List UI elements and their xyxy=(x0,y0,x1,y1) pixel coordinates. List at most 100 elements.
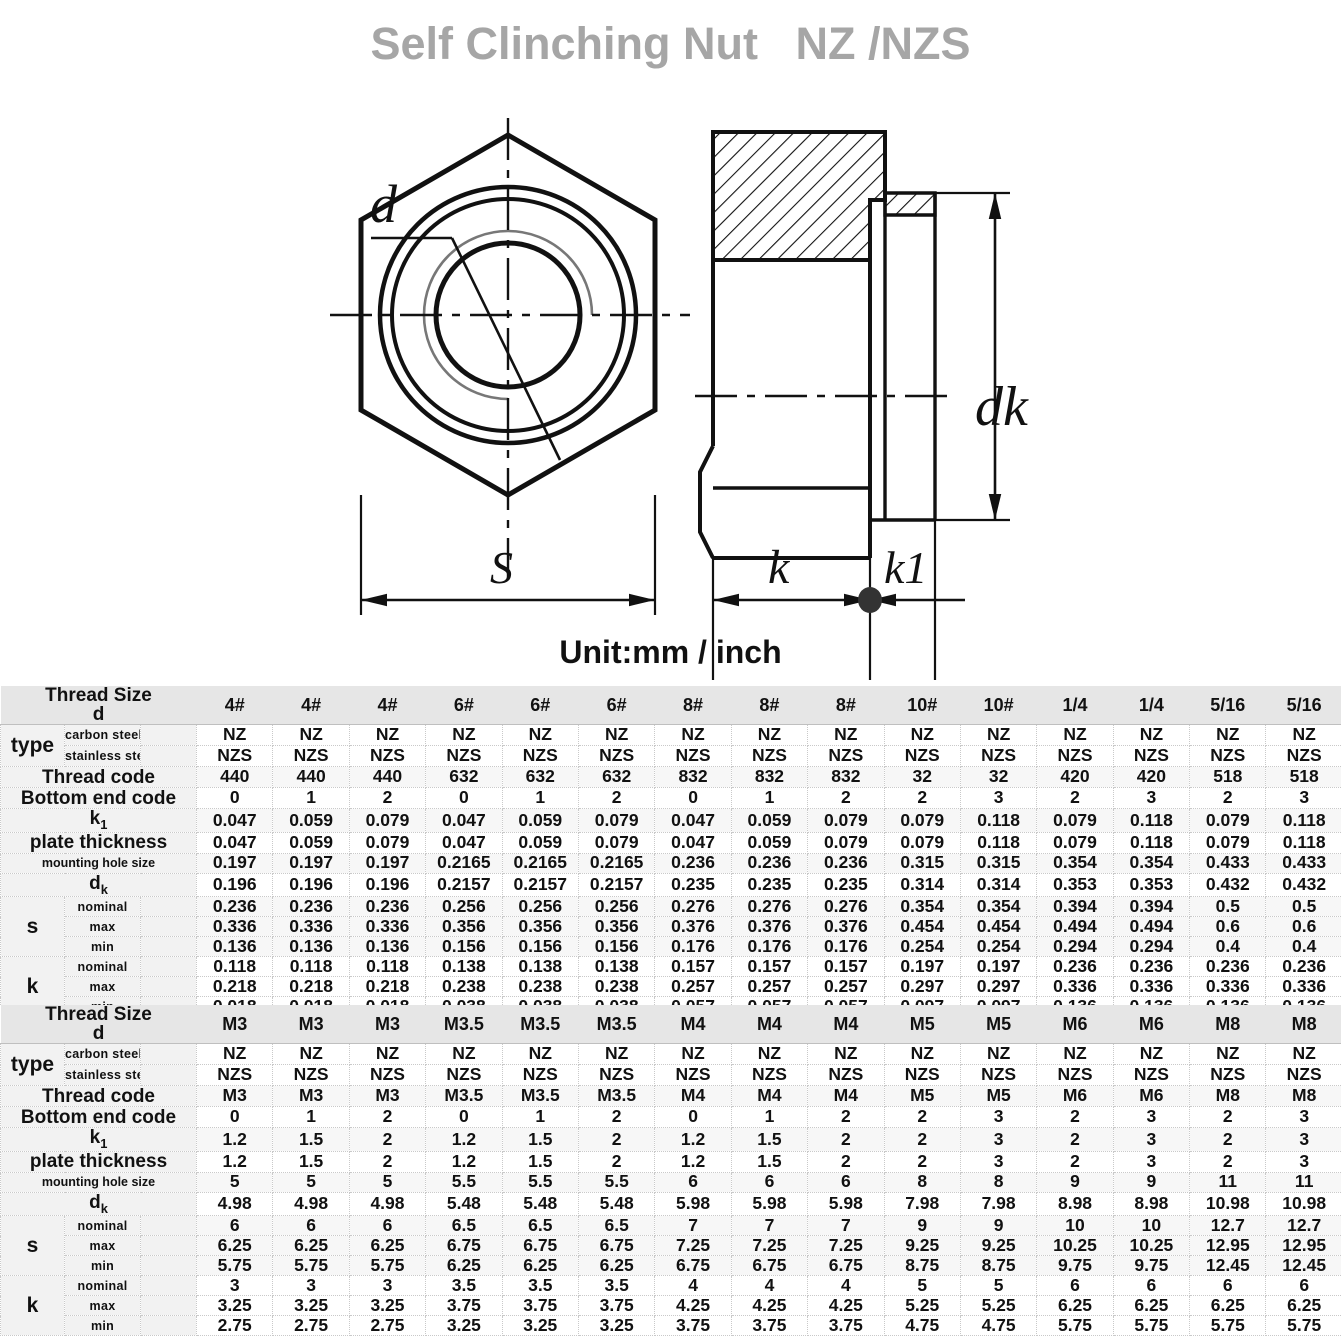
table-cell: 4.25 xyxy=(730,1295,809,1317)
thread-size-column-header: M5 xyxy=(960,1005,1037,1044)
label-spacer xyxy=(139,916,198,938)
row-label-k: k xyxy=(0,1275,65,1337)
table-cell: 3 xyxy=(959,1106,1038,1128)
row-s-min: min 0.136 0.136 0.136 0.156 0.156 0.156 0.176 0.… xyxy=(1,936,1341,958)
table-cell: NZ xyxy=(730,1043,809,1065)
thread-size-column-header: 4# xyxy=(349,686,426,725)
table-cell: 1.5 xyxy=(272,1150,350,1173)
table-cell: 0.494 xyxy=(1112,916,1191,938)
table-cell: M4 xyxy=(654,1085,732,1107)
table-cell: 0.494 xyxy=(1036,916,1114,938)
table-cell: 3 xyxy=(1265,1106,1341,1128)
table-cell: 0.236 xyxy=(196,896,274,918)
table-cell: 632 xyxy=(577,766,656,788)
table-cell: M6 xyxy=(1112,1085,1191,1107)
table-cell: 0 xyxy=(196,787,274,809)
table-cell: 0.433 xyxy=(1189,852,1267,874)
table-cell: 518 xyxy=(1265,766,1341,788)
table-cell: NZ xyxy=(577,1043,656,1065)
row-label-nominal: nominal xyxy=(64,956,141,978)
table-cell: 5.75 xyxy=(272,1255,350,1277)
table-cell: 6.5 xyxy=(425,1215,503,1237)
row-label-plate-thickness: plate thickness xyxy=(0,831,198,854)
table-cell: 5.5 xyxy=(501,1171,579,1193)
table-cell: 0.315 xyxy=(883,852,961,874)
table-cell: NZS xyxy=(196,1064,274,1086)
table-cell: 12.7 xyxy=(1265,1215,1341,1237)
table-cell: 3 xyxy=(959,1127,1038,1152)
unit-note: Unit:mm / inch xyxy=(559,634,782,670)
row-k-max: max 0.218 0.218 0.218 0.238 0.238 0.238 0.257 0.… xyxy=(1,976,1341,998)
row-label-max: max xyxy=(64,976,141,998)
row-label-bottom-end-code: Bottom end code xyxy=(0,787,198,809)
row-label-nominal: nominal xyxy=(64,896,141,918)
table-cell: 0.2165 xyxy=(577,852,656,874)
table-cell: 0.432 xyxy=(1265,872,1341,898)
table-cell: 12.45 xyxy=(1189,1255,1267,1277)
table-cell: 0.236 xyxy=(1036,956,1114,978)
table-cell: 2 xyxy=(883,1106,961,1128)
table-cell: M5 xyxy=(883,1085,961,1107)
table-cell: M6 xyxy=(1036,1085,1114,1107)
row-label-carbon-steel: carbon steel xyxy=(64,1043,141,1065)
table-cell: 3.75 xyxy=(730,1315,809,1337)
table-cell: 0.118 xyxy=(196,956,274,978)
table-cell: NZ xyxy=(1036,1043,1114,1065)
row-label-thread-code: Thread code xyxy=(0,766,198,788)
table-cell: 420 xyxy=(1112,766,1191,788)
table-cell: NZS xyxy=(425,745,503,767)
thread-size-column-header: M6 xyxy=(1113,1005,1190,1044)
table-cell: 0.238 xyxy=(425,976,503,998)
label-spacer xyxy=(139,1295,198,1317)
row-thread-code: Thread code 440 440 440 632 632 632 832 832 832 32… xyxy=(0,766,1341,788)
table-cell: 1.2 xyxy=(196,1127,274,1152)
table-cell: 3.25 xyxy=(577,1315,656,1337)
table-cell: NZ xyxy=(654,724,732,746)
table-cell: 0.257 xyxy=(807,976,885,998)
table-cell: 0.138 xyxy=(501,956,579,978)
table-cell: NZ xyxy=(807,724,885,746)
table-cell: 0.156 xyxy=(501,936,579,958)
table-cell: NZ xyxy=(730,724,809,746)
table-cell: 10 xyxy=(1112,1215,1191,1237)
table-cell: 4.75 xyxy=(959,1315,1038,1337)
row-label-min: min xyxy=(64,936,141,958)
table-cell: NZS xyxy=(654,1064,732,1086)
row-k-nominal: k nominal 3 3 3 3.5 3.5 3.5 4 4 4 5 5 6 6 6 6 xyxy=(0,1275,1341,1337)
table-cell: 4 xyxy=(807,1275,885,1297)
table-cell: 6 xyxy=(654,1171,732,1193)
table-cell: 3.5 xyxy=(577,1275,656,1297)
table-cell: 2 xyxy=(348,1150,427,1173)
dimension-label-s: S xyxy=(490,542,513,593)
table-cell: 0.176 xyxy=(730,936,809,958)
table-cell: 0.079 xyxy=(807,831,885,854)
table-cell: 0.197 xyxy=(272,852,350,874)
row-label-min: min xyxy=(64,1255,141,1277)
table-cell: 6 xyxy=(196,1215,274,1237)
table-cell: 0.238 xyxy=(577,976,656,998)
table-cell: 9 xyxy=(883,1215,961,1237)
thread-size-column-header: 1/4 xyxy=(1036,686,1114,725)
table-cell: M3.5 xyxy=(577,1085,656,1107)
table-cell: 440 xyxy=(348,766,427,788)
table-cell: 0.136 xyxy=(196,936,274,958)
table-cell: NZ xyxy=(272,1043,350,1065)
table-cell: 0.136 xyxy=(348,936,427,958)
table-cell: 0.079 xyxy=(577,808,656,833)
table-cell: 0 xyxy=(654,787,732,809)
table-cell: 0.354 xyxy=(1112,852,1191,874)
table-cell: 1.2 xyxy=(196,1150,274,1173)
table-cell: 2.75 xyxy=(272,1315,350,1337)
table-cell: 2 xyxy=(1036,787,1114,809)
table-cell: 7 xyxy=(807,1215,885,1237)
table-cell: 12.7 xyxy=(1189,1215,1267,1237)
table-cell: 3 xyxy=(1112,1127,1191,1152)
table-cell: NZS xyxy=(730,1064,809,1086)
thread-size-column-header: 10# xyxy=(960,686,1037,725)
table-cell: 3 xyxy=(196,1275,274,1297)
table-cell: 6.25 xyxy=(348,1235,427,1257)
table-cell: NZS xyxy=(883,1064,961,1086)
table-cell: 0.047 xyxy=(654,808,732,833)
table-cell: 5.75 xyxy=(1112,1315,1191,1337)
table-cell: 6 xyxy=(272,1215,350,1237)
